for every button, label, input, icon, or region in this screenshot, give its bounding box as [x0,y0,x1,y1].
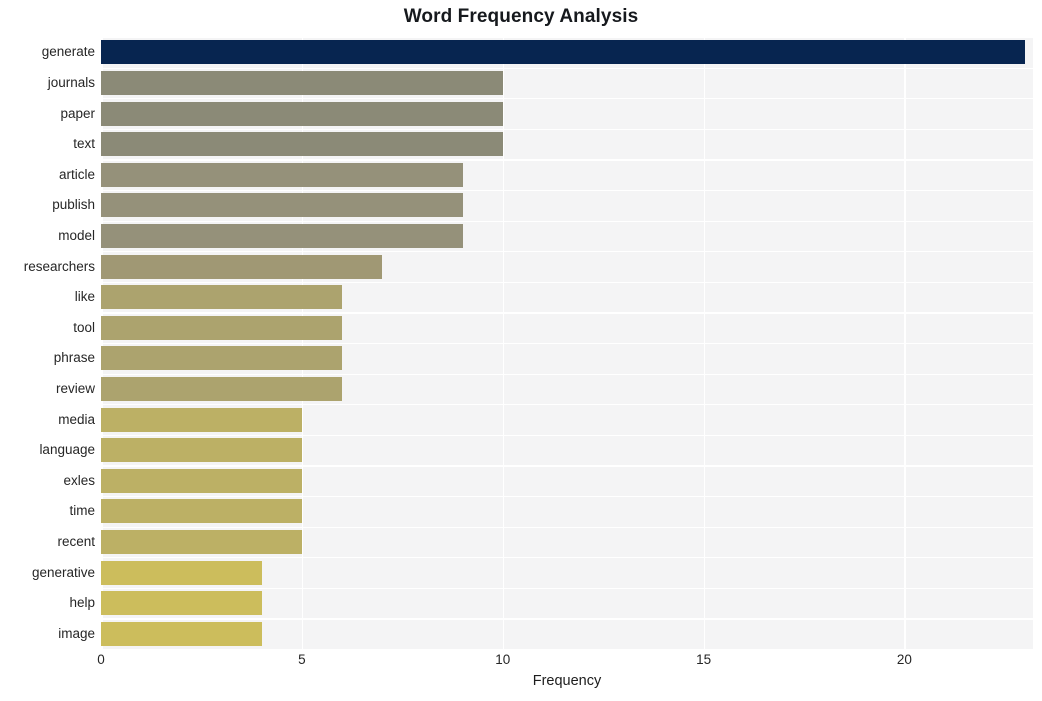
bar-row[interactable] [101,193,1033,218]
y-tick-label-like: like [74,289,95,305]
horizontal-gridline [101,526,1033,528]
horizontal-gridline [101,251,1033,253]
x-tick-label-15: 15 [696,652,712,667]
bar-row[interactable] [101,621,1033,646]
horizontal-gridline [101,190,1033,192]
x-tick-label-5: 5 [298,652,306,667]
x-tick-label-10: 10 [495,652,511,667]
horizontal-gridline [101,557,1033,559]
bar-row[interactable] [101,376,1033,401]
horizontal-gridline [101,312,1033,314]
word-frequency-chart-figure: Word Frequency Analysis generate journals… [0,0,1042,701]
bar-text[interactable] [101,132,503,157]
horizontal-gridline [101,496,1033,498]
bar-generative[interactable] [101,560,262,585]
bar-help[interactable] [101,591,262,616]
horizontal-gridline [101,373,1033,375]
horizontal-gridline [101,128,1033,130]
bar-row[interactable] [101,591,1033,616]
horizontal-gridline [101,98,1033,100]
bar-publish[interactable] [101,193,463,218]
y-tick-label-language: language [39,442,95,458]
horizontal-gridline [101,404,1033,406]
x-axis-title: Frequency [532,673,602,689]
bar-row[interactable] [101,132,1033,157]
bar-generate[interactable] [101,40,1025,65]
y-tick-label-recent: recent [57,533,95,549]
plot-area [101,37,1033,651]
x-tick-label-20: 20 [896,652,912,667]
bar-row[interactable] [101,254,1033,279]
bar-time[interactable] [101,499,302,524]
bar-phrase[interactable] [101,346,343,371]
bar-like[interactable] [101,285,343,310]
bar-journals[interactable] [101,70,503,95]
bar-row[interactable] [101,40,1033,65]
bar-row[interactable] [101,560,1033,585]
bar-row[interactable] [101,223,1033,248]
bar-model[interactable] [101,223,463,248]
y-tick-label-publish: publish [52,197,95,213]
bar-language[interactable] [101,438,302,463]
y-tick-label-text: text [73,136,95,152]
y-tick-label-tool: tool [73,319,95,335]
y-tick-label-model: model [58,227,95,243]
x-axis-tick-labels: 0 5 10 15 20 [97,649,1033,675]
bar-row[interactable] [101,162,1033,187]
bar-row[interactable] [101,499,1033,524]
y-tick-label-journals: journals [47,74,95,90]
horizontal-gridline [101,159,1033,161]
bar-row[interactable] [101,315,1033,340]
y-tick-label-paper: paper [60,105,95,121]
y-tick-label-generative: generative [31,564,95,580]
y-tick-label-help: help [69,595,95,611]
horizontal-gridline [101,220,1033,222]
y-tick-label-media: media [58,411,95,427]
bar-exles[interactable] [101,468,302,493]
bar-row[interactable] [101,407,1033,432]
chart-title: Word Frequency Analysis [403,6,639,27]
x-tick-label-0: 0 [97,652,105,667]
y-tick-label-image: image [58,625,95,641]
bar-row[interactable] [101,438,1033,463]
bar-review[interactable] [101,376,343,401]
horizontal-gridline [101,434,1033,436]
y-tick-label-phrase: phrase [53,350,95,366]
y-tick-label-review: review [55,380,95,396]
horizontal-gridline [101,587,1033,589]
bar-row[interactable] [101,101,1033,126]
y-tick-label-exles: exles [63,472,95,488]
y-tick-label-article: article [58,166,95,182]
y-tick-label-researchers: researchers [23,258,95,274]
horizontal-gridline [101,618,1033,620]
horizontal-gridline [101,37,1033,39]
bar-paper[interactable] [101,101,503,126]
bar-media[interactable] [101,407,302,432]
bar-row[interactable] [101,285,1033,310]
bar-row[interactable] [101,70,1033,95]
horizontal-gridline [101,465,1033,467]
bar-recent[interactable] [101,529,302,554]
y-tick-label-time: time [69,503,95,519]
bar-researchers[interactable] [101,254,383,279]
horizontal-gridline [101,67,1033,69]
bar-row[interactable] [101,346,1033,371]
bar-image[interactable] [101,621,262,646]
y-axis-tick-labels: generate journals paper text article publish m… [0,37,95,649]
y-tick-label-generate: generate [41,44,95,60]
bar-row[interactable] [101,529,1033,554]
bar-article[interactable] [101,162,463,187]
bar-row[interactable] [101,468,1033,493]
horizontal-gridline [101,281,1033,283]
horizontal-gridline [101,343,1033,345]
bar-tool[interactable] [101,315,343,340]
